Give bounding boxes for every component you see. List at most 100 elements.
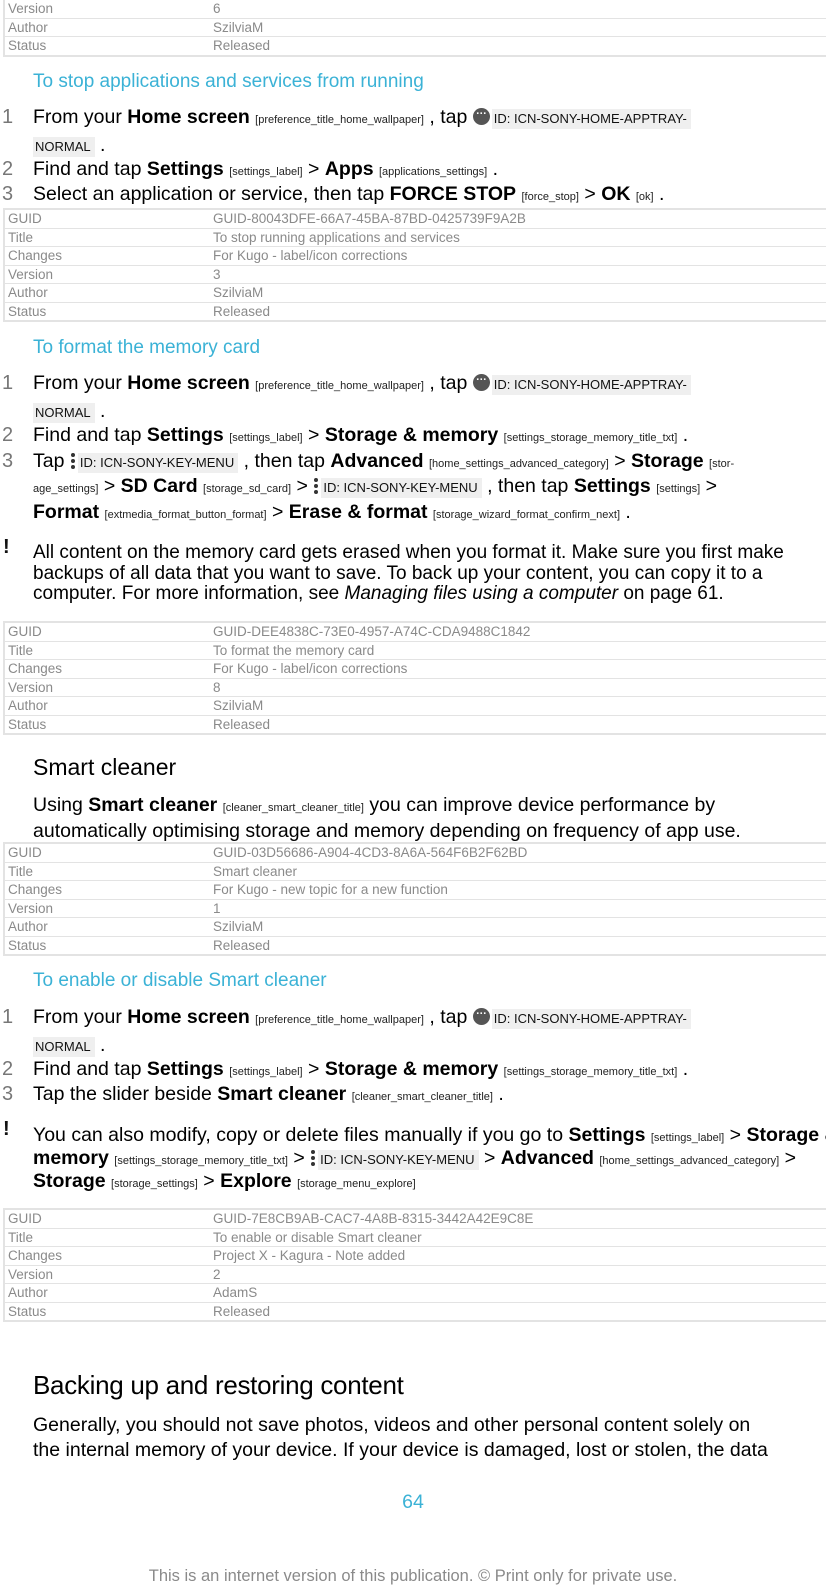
- ui-term-home-screen: Home screen: [127, 106, 250, 128]
- ui-term-storage-memory: Storage & memory: [324, 424, 499, 446]
- ui-term-storage-memory: Storage & memory: [324, 1058, 499, 1080]
- meta-value: Released: [213, 716, 271, 732]
- meta-row-guid: GUID GUID-DEE4838C-73E0-4957-A74C-CDA9488…: [5, 623, 826, 642]
- separator: >: [287, 1147, 311, 1169]
- meta-row-title: Title To stop running applications and se…: [5, 229, 826, 247]
- string-id: [force_stop]: [521, 191, 579, 203]
- meta-key: Author: [8, 19, 48, 35]
- step-text: From your: [33, 1006, 128, 1028]
- meta-key: GUID: [8, 624, 42, 639]
- note-format-warning: All content on the memory card gets eras…: [33, 542, 823, 605]
- separator: >: [197, 1170, 221, 1192]
- meta-value: Smart cleaner: [213, 863, 298, 879]
- meta-key: Version: [8, 1266, 54, 1282]
- meta-row-guid: GUID GUID-80043DFE-66A7-45BA-87BD-0425739…: [5, 210, 826, 229]
- meta-row-status: Status Released: [5, 303, 826, 321]
- icon-id-label: ID: ICN-SONY-KEY-MENU: [318, 1150, 479, 1170]
- meta-row-status: Status Released: [5, 37, 826, 55]
- step-number: 2: [2, 424, 14, 446]
- step-text: , then tap: [238, 450, 331, 472]
- string-id: [settings_label]: [650, 1132, 725, 1144]
- ui-term-smart-cleaner: Smart cleaner: [88, 794, 218, 816]
- meta-row-version: Version 3: [5, 266, 826, 284]
- meta-value: For Kugo - label/icon corrections: [213, 661, 408, 676]
- meta-key: Version: [8, 679, 54, 695]
- meta-row-changes: Changes For Kugo - new topic for a new fu…: [5, 881, 826, 900]
- icon-id-label: ID: ICN-SONY-KEY-MENU: [77, 453, 239, 473]
- icon-id-label: NORMAL: [33, 1037, 95, 1057]
- step-text: .: [94, 134, 106, 156]
- meta-row-author: Author SzilviaM: [5, 284, 826, 303]
- meta-key: Changes: [8, 661, 63, 676]
- apptray-icon: [472, 105, 490, 125]
- warning-icon: !: [3, 1118, 10, 1140]
- separator: >: [724, 1124, 747, 1146]
- icon-id-label: ID: ICN-SONY-HOME-APPTRAY-: [491, 109, 691, 129]
- meta-value: SzilviaM: [213, 919, 264, 934]
- heading-stop-apps: To stop applications and services from r…: [33, 71, 424, 92]
- meta-row-guid: GUID GUID-03D56686-A904-4CD3-8A6A-564F6B2…: [5, 844, 826, 863]
- separator: >: [291, 475, 314, 497]
- meta-value: AdamS: [213, 1285, 258, 1300]
- meta-value: GUID-7E8CB9AB-CAC7-4A8B-8315-3442A42E9C8…: [213, 1211, 534, 1226]
- meta-value: GUID-03D56686-A904-4CD3-8A6A-564F6B2F62B…: [213, 845, 528, 860]
- meta-value: 3: [213, 266, 221, 282]
- note-text: on page 61.: [618, 583, 724, 604]
- icon-id-label: ID: ICN-SONY-HOME-APPTRAY-: [491, 375, 691, 395]
- meta-key: Version: [8, 900, 54, 916]
- meta-key: Status: [8, 303, 47, 319]
- meta-row-title: Title To enable or disable Smart cleaner: [5, 1229, 826, 1247]
- step-text: .: [653, 183, 665, 205]
- separator: >: [608, 450, 632, 472]
- backup-intro-line1: Generally, you should not save photos, v…: [33, 1414, 751, 1436]
- meta-row-title: Title Smart cleaner: [5, 863, 826, 881]
- meta-row-version: Version 1: [5, 900, 826, 918]
- meta-key: GUID: [8, 845, 42, 860]
- meta-value: To enable or disable Smart cleaner: [213, 1229, 422, 1245]
- meta-value: SzilviaM: [213, 285, 264, 300]
- cross-reference-link[interactable]: Managing files using a computer: [345, 583, 619, 604]
- string-id: [storage_settings]: [111, 1178, 198, 1190]
- separator: >: [98, 475, 121, 497]
- meta-value: SzilviaM: [213, 698, 264, 713]
- meta-value: For Kugo - label/icon corrections: [213, 248, 408, 263]
- string-id: age_settings]: [33, 483, 99, 495]
- ui-term-sd-card: SD Card: [120, 475, 198, 497]
- meta-key: Status: [8, 716, 47, 732]
- ui-term-storage-memory-cont: memory: [33, 1147, 109, 1169]
- meta-value: 1: [213, 900, 221, 916]
- string-id: [cleaner_smart_cleaner_title]: [222, 802, 364, 814]
- intro-text: Using: [33, 794, 89, 816]
- step-stop-1-cont: NORMAL .: [33, 134, 105, 157]
- meta-key: GUID: [8, 211, 42, 226]
- meta-key: Author: [8, 1285, 48, 1300]
- string-id: [ok]: [635, 191, 654, 203]
- apptray-icon: [472, 1005, 490, 1025]
- meta-row-status: Status Released: [5, 716, 826, 734]
- meta-key: Changes: [8, 248, 63, 263]
- menu-kebab-icon: [310, 1150, 316, 1167]
- ui-term-storage: Storage: [631, 450, 704, 472]
- footer-notice: This is an internet version of this publ…: [148, 1567, 678, 1585]
- step-text: .: [620, 501, 631, 523]
- meta-key: Title: [8, 1229, 34, 1245]
- ui-term-settings: Settings: [146, 1058, 224, 1080]
- meta-key: Changes: [8, 882, 63, 897]
- backup-intro-line2: the internal memory of your device. If y…: [33, 1439, 768, 1461]
- step-text: From your: [33, 372, 128, 394]
- meta-row-status: Status Released: [5, 937, 826, 955]
- smart-cleaner-intro-line1: Using Smart cleaner [cleaner_smart_clean…: [33, 794, 715, 817]
- step-text: , tap: [423, 1006, 473, 1028]
- heading-format-card: To format the memory card: [33, 337, 261, 358]
- meta-key: Author: [8, 285, 48, 300]
- step-text: .: [94, 1034, 106, 1056]
- step-text: , tap: [423, 372, 473, 394]
- meta-key: Author: [8, 919, 48, 934]
- heading-smart-cleaner: Smart cleaner: [33, 754, 177, 780]
- step-enable-1: From your Home screen [preference_title_…: [33, 1005, 691, 1029]
- ui-term-smart-cleaner: Smart cleaner: [217, 1083, 347, 1105]
- meta-row-version: Version 6: [5, 0, 826, 19]
- ui-term-settings: Settings: [146, 424, 224, 446]
- ui-term-settings: Settings: [146, 158, 224, 180]
- string-id: [storage_sd_card]: [203, 483, 292, 495]
